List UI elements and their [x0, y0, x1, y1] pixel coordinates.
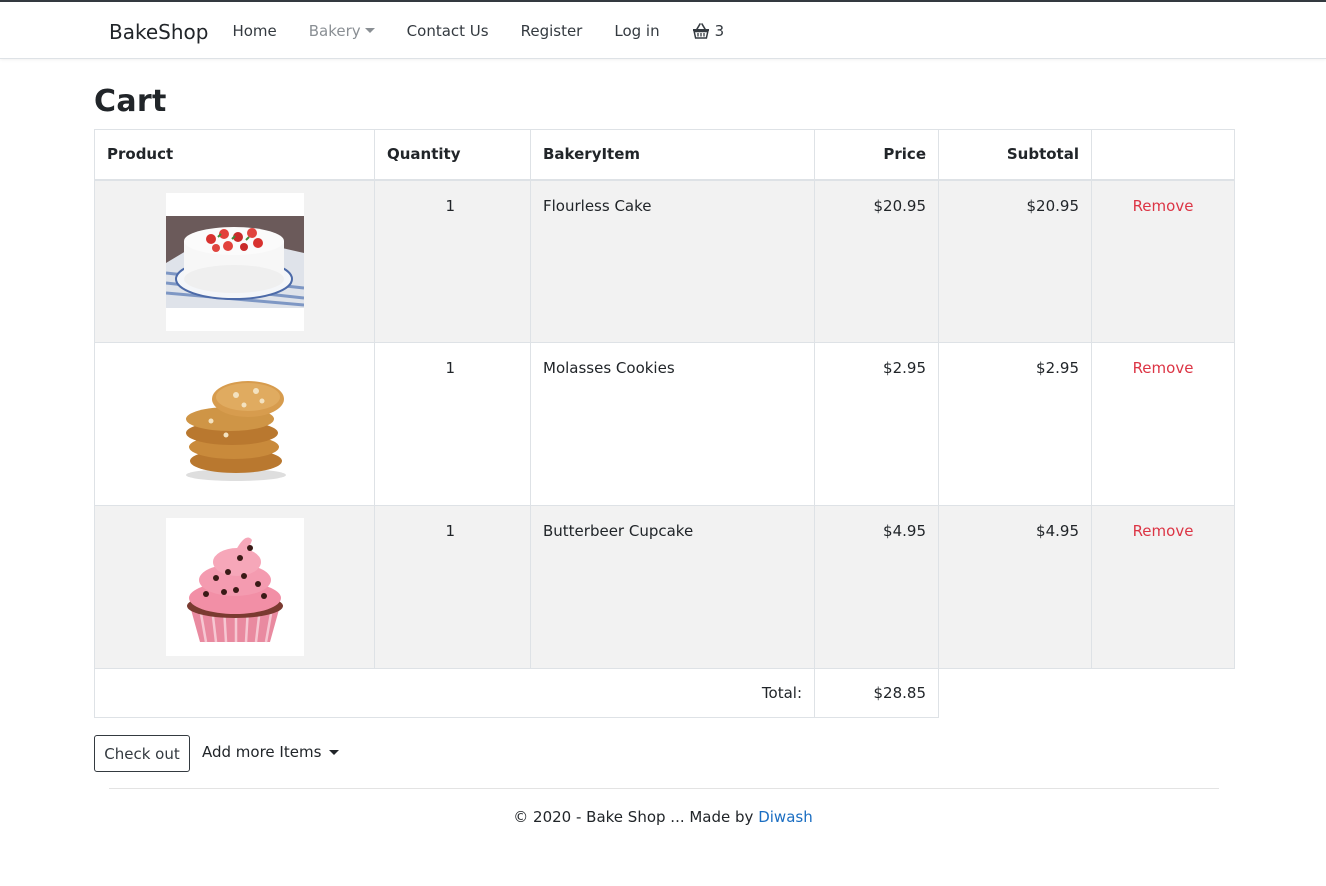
remove-button[interactable]: Remove [1133, 522, 1194, 540]
quantity-cell: 1 [374, 505, 531, 669]
remove-cell: Remove [1091, 342, 1235, 506]
chevron-down-icon [364, 28, 375, 33]
remove-button[interactable]: Remove [1133, 359, 1194, 377]
item-subtotal: $20.95 [938, 179, 1092, 343]
nav-home[interactable]: Home [232, 21, 276, 40]
nav-bakery-dropdown[interactable]: Bakery [309, 21, 375, 40]
remove-button[interactable]: Remove [1133, 197, 1194, 215]
item-name: Butterbeer Cupcake [530, 505, 815, 669]
product-cell [94, 342, 375, 506]
header-bakery-item: BakeryItem [530, 129, 815, 181]
empty-cell [1091, 668, 1235, 718]
total-row: Total: $28.85 [94, 668, 1235, 718]
header-product: Product [94, 129, 375, 181]
item-price: $20.95 [814, 179, 939, 343]
header-actions [1091, 129, 1235, 181]
remove-cell: Remove [1091, 179, 1235, 343]
header-subtotal: Subtotal [938, 129, 1092, 181]
add-more-items-label: Add more Items [202, 743, 322, 761]
empty-cell [938, 668, 1092, 718]
cart-count: 3 [714, 21, 725, 40]
footer-divider [109, 788, 1219, 789]
total-label: Total: [94, 668, 815, 718]
author-link[interactable]: Diwash [758, 808, 813, 826]
item-subtotal: $2.95 [938, 342, 1092, 506]
strawberry-cake-image [165, 192, 304, 331]
chevron-down-icon [329, 749, 340, 755]
nav-bakery-label: Bakery [308, 21, 361, 40]
checkout-button[interactable]: Check out [94, 735, 190, 772]
item-price: $4.95 [814, 505, 939, 669]
item-price: $2.95 [814, 342, 939, 506]
product-cell [94, 179, 375, 343]
quantity-cell: 1 [374, 342, 531, 506]
brand-logo[interactable]: BakeShop [109, 17, 208, 44]
remove-cell: Remove [1091, 505, 1235, 669]
cart-table: Product Quantity BakeryItem Price Subtot… [94, 129, 1235, 718]
header-quantity: Quantity [374, 129, 531, 181]
footer-text: © 2020 - Bake Shop ... Made by [513, 808, 759, 826]
table-row: 1 Butterbeer Cupcake $4.95 $4.95 Remove [94, 505, 1235, 669]
page-title: Cart [94, 84, 167, 119]
quantity-cell: 1 [374, 179, 531, 343]
nav-contact[interactable]: Contact Us [407, 21, 489, 40]
nav-register[interactable]: Register [521, 21, 583, 40]
basket-icon [692, 22, 709, 39]
table-header-row: Product Quantity BakeryItem Price Subtot… [94, 129, 1235, 181]
item-subtotal: $4.95 [938, 505, 1092, 669]
item-name: Flourless Cake [530, 179, 815, 343]
item-name: Molasses Cookies [530, 342, 815, 506]
header-price: Price [814, 129, 939, 181]
product-cell [94, 505, 375, 669]
nav-cart[interactable]: 3 [692, 21, 725, 40]
top-navbar: BakeShop Home Bakery Contact Us Register… [0, 2, 1326, 59]
nav-login[interactable]: Log in [614, 21, 659, 40]
pink-cupcake-image [165, 518, 304, 656]
footer: © 2020 - Bake Shop ... Made by Diwash [0, 808, 1326, 826]
total-value: $28.85 [814, 668, 939, 718]
table-row: 1 Molasses Cookies $2.95 $2.95 Remove [94, 342, 1235, 506]
add-more-items-dropdown[interactable]: Add more Items [202, 743, 340, 761]
cookies-stack-image [165, 355, 304, 493]
table-row: 1 Flourless Cake $20.95 $20.95 Remove [94, 179, 1235, 343]
